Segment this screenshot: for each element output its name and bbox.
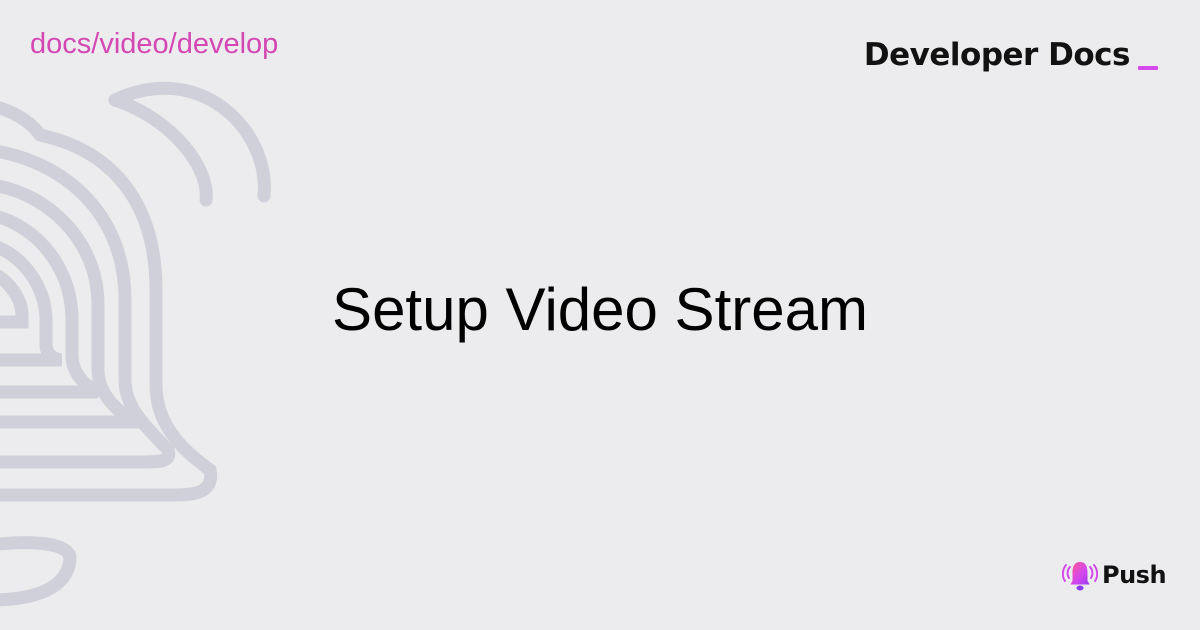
logo-text: Push bbox=[1102, 561, 1167, 589]
push-logo: Push bbox=[1062, 557, 1167, 593]
page-title: Setup Video Stream bbox=[332, 276, 868, 343]
ringing-bell-icon bbox=[1062, 562, 1098, 591]
breadcrumb-path: docs/video/develop bbox=[30, 28, 279, 60]
brand-title: Developer Docs bbox=[863, 37, 1131, 73]
brand-cursor-accent bbox=[1138, 66, 1158, 70]
